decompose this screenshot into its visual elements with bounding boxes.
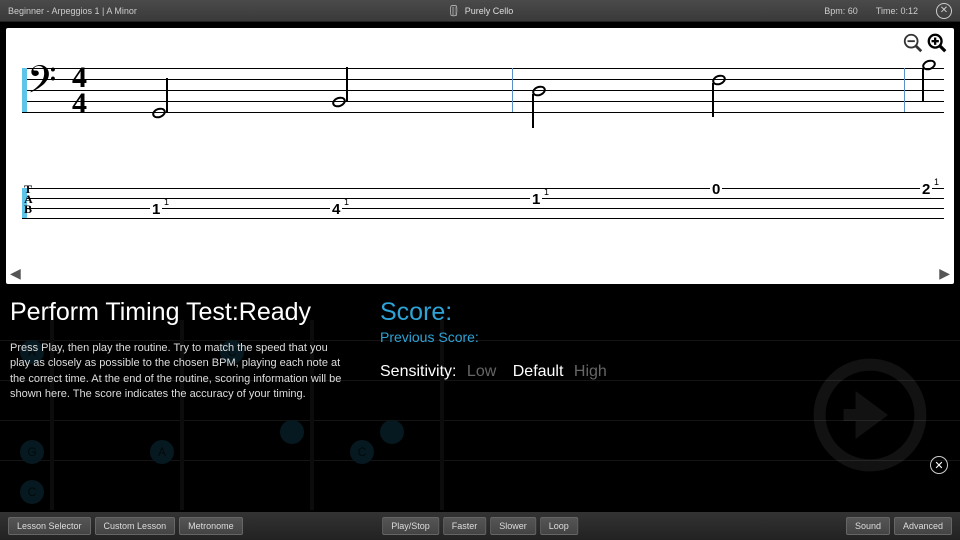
tab-fret: 1 <box>530 191 542 208</box>
tab-fingering: 1 <box>934 177 939 187</box>
tab-fingering: 1 <box>544 187 549 197</box>
score-view: 𝄢 44 T A B 114111021 ◀ ▶ <box>6 28 954 284</box>
perform-title: Perform Timing Test:Ready <box>10 298 360 327</box>
advanced-button[interactable]: Advanced <box>894 517 952 535</box>
bpm-label: Bpm: 60 <box>824 6 858 16</box>
score-label: Score: <box>380 298 950 327</box>
tab-fret: 1 <box>150 201 162 218</box>
loop-button[interactable]: Loop <box>540 517 578 535</box>
sound-button[interactable]: Sound <box>846 517 890 535</box>
bottombar: Lesson Selector Custom Lesson Metronome … <box>0 512 960 540</box>
note <box>712 75 726 85</box>
note <box>922 60 936 70</box>
tab-fret: 2 <box>920 181 932 198</box>
tab-staff: T A B 114111021 <box>22 178 944 238</box>
play-stop-button[interactable]: Play/Stop <box>382 517 439 535</box>
note <box>532 86 546 96</box>
metronome-button[interactable]: Metronome <box>179 517 243 535</box>
custom-lesson-button[interactable]: Custom Lesson <box>95 517 176 535</box>
previous-score-label: Previous Score: <box>380 329 950 345</box>
lesson-title: Beginner - Arpeggios 1 | A Minor <box>8 6 137 16</box>
topbar: Beginner - Arpeggios 1 | A Minor Purely … <box>0 0 960 22</box>
scroll-left-icon[interactable]: ◀ <box>10 265 21 282</box>
lesson-selector-button[interactable]: Lesson Selector <box>8 517 91 535</box>
sensitivity-default[interactable]: Default <box>513 363 564 380</box>
note <box>332 97 346 107</box>
tab-fingering: 1 <box>344 197 349 207</box>
time-label: Time: 0:12 <box>876 6 918 16</box>
brand-text: Purely Cello <box>465 6 514 16</box>
notation-staff: 𝄢 44 <box>22 54 944 134</box>
brand-logo: Purely Cello <box>447 5 514 17</box>
perform-description: Press Play, then play the routine. Try t… <box>10 341 350 403</box>
sensitivity-high[interactable]: High <box>574 363 607 380</box>
sensitivity-label: Sensitivity: <box>380 363 456 380</box>
sensitivity-low[interactable]: Low <box>467 363 496 380</box>
info-panel: Perform Timing Test:Ready Press Play, th… <box>0 284 960 403</box>
tab-fret: 4 <box>330 201 342 218</box>
tab-fret: 0 <box>710 181 722 198</box>
scroll-right-icon[interactable]: ▶ <box>939 265 950 282</box>
slower-button[interactable]: Slower <box>490 517 536 535</box>
close-icon[interactable]: ✕ <box>936 3 952 19</box>
panel-close-icon[interactable]: ✕ <box>930 456 948 474</box>
note <box>152 108 166 118</box>
time-signature: 44 <box>72 65 87 117</box>
tab-fingering: 1 <box>164 197 169 207</box>
bass-clef: 𝄢 <box>27 62 57 108</box>
sensitivity-row: Sensitivity: Low Default High <box>380 363 950 381</box>
faster-button[interactable]: Faster <box>443 517 487 535</box>
